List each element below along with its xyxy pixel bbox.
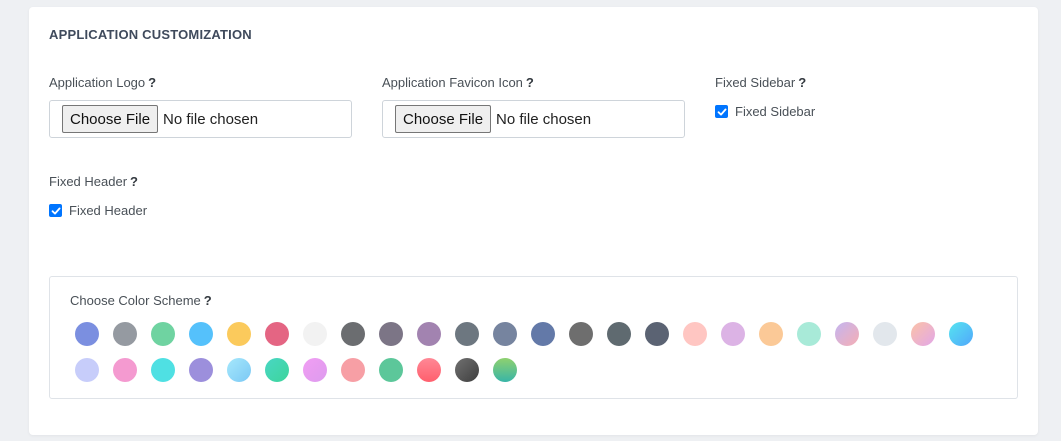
color-swatch[interactable] bbox=[417, 322, 441, 346]
fixed-sidebar-checkbox-label[interactable]: Fixed Sidebar bbox=[735, 104, 815, 119]
logo-field-label: Application Logo? bbox=[49, 75, 156, 90]
fixed-header-help-icon[interactable]: ? bbox=[130, 174, 138, 189]
color-swatch[interactable] bbox=[835, 322, 859, 346]
logo-label-text: Application Logo bbox=[49, 75, 146, 90]
color-swatch[interactable] bbox=[949, 322, 973, 346]
color-swatch[interactable] bbox=[379, 358, 403, 382]
color-swatch[interactable] bbox=[721, 322, 745, 346]
color-swatch[interactable] bbox=[227, 358, 251, 382]
color-swatch[interactable] bbox=[493, 358, 517, 382]
color-swatch[interactable] bbox=[189, 358, 213, 382]
color-swatch[interactable] bbox=[189, 322, 213, 346]
color-swatch[interactable] bbox=[265, 322, 289, 346]
color-swatch[interactable] bbox=[151, 322, 175, 346]
fixed-header-checkbox[interactable] bbox=[49, 204, 62, 217]
fixed-sidebar-checkbox-row[interactable]: Fixed Sidebar bbox=[715, 104, 815, 119]
color-swatch[interactable] bbox=[151, 358, 175, 382]
favicon-file-status: No file chosen bbox=[496, 110, 592, 128]
color-swatch[interactable] bbox=[569, 322, 593, 346]
color-swatch[interactable] bbox=[873, 322, 897, 346]
fixed-sidebar-checkbox[interactable] bbox=[715, 105, 728, 118]
fixed-sidebar-field-label: Fixed Sidebar? bbox=[715, 75, 806, 90]
color-scheme-label: Choose Color Scheme? bbox=[70, 293, 212, 308]
color-swatch[interactable] bbox=[455, 322, 479, 346]
color-swatch[interactable] bbox=[911, 322, 935, 346]
color-swatch[interactable] bbox=[493, 322, 517, 346]
section-title: APPLICATION CUSTOMIZATION bbox=[49, 27, 252, 42]
fixed-header-checkbox-label[interactable]: Fixed Header bbox=[69, 203, 147, 218]
color-swatch[interactable] bbox=[341, 322, 365, 346]
logo-file-input[interactable]: Choose File No file chosen bbox=[49, 100, 352, 138]
checkmark-icon bbox=[717, 108, 726, 115]
checkmark-icon bbox=[51, 207, 60, 214]
color-swatch[interactable] bbox=[531, 322, 555, 346]
favicon-file-input[interactable]: Choose File No file chosen bbox=[382, 100, 685, 138]
customization-card: APPLICATION CUSTOMIZATION Application Lo… bbox=[29, 7, 1038, 435]
favicon-field-label: Application Favicon Icon? bbox=[382, 75, 534, 90]
fixed-header-label-text: Fixed Header bbox=[49, 174, 128, 189]
favicon-choose-file-button[interactable]: Choose File bbox=[395, 105, 492, 133]
logo-choose-file-button[interactable]: Choose File bbox=[62, 105, 159, 133]
color-swatch[interactable] bbox=[645, 322, 669, 346]
fixed-header-field-label: Fixed Header? bbox=[49, 174, 138, 189]
color-swatch[interactable] bbox=[759, 322, 783, 346]
logo-file-status: No file chosen bbox=[163, 110, 259, 128]
color-swatch[interactable] bbox=[75, 322, 99, 346]
fixed-header-checkbox-row[interactable]: Fixed Header bbox=[49, 203, 147, 218]
color-swatch[interactable] bbox=[455, 358, 479, 382]
favicon-label-text: Application Favicon Icon bbox=[382, 75, 523, 90]
color-swatch[interactable] bbox=[265, 358, 289, 382]
fixed-sidebar-help-icon[interactable]: ? bbox=[798, 75, 806, 90]
color-swatch-grid bbox=[75, 322, 1005, 382]
color-swatch[interactable] bbox=[797, 322, 821, 346]
color-swatch[interactable] bbox=[227, 322, 251, 346]
color-swatch[interactable] bbox=[113, 358, 137, 382]
color-swatch[interactable] bbox=[341, 358, 365, 382]
fixed-sidebar-label-text: Fixed Sidebar bbox=[715, 75, 796, 90]
color-swatch[interactable] bbox=[75, 358, 99, 382]
color-scheme-label-text: Choose Color Scheme bbox=[70, 293, 201, 308]
color-swatch[interactable] bbox=[607, 322, 631, 346]
color-swatch[interactable] bbox=[303, 322, 327, 346]
color-scheme-help-icon[interactable]: ? bbox=[204, 293, 212, 308]
color-swatch[interactable] bbox=[417, 358, 441, 382]
color-swatch[interactable] bbox=[113, 322, 137, 346]
color-scheme-panel: Choose Color Scheme? bbox=[49, 276, 1018, 399]
logo-help-icon[interactable]: ? bbox=[148, 75, 156, 90]
color-swatch[interactable] bbox=[683, 322, 707, 346]
favicon-help-icon[interactable]: ? bbox=[526, 75, 534, 90]
color-swatch[interactable] bbox=[379, 322, 403, 346]
color-swatch[interactable] bbox=[303, 358, 327, 382]
